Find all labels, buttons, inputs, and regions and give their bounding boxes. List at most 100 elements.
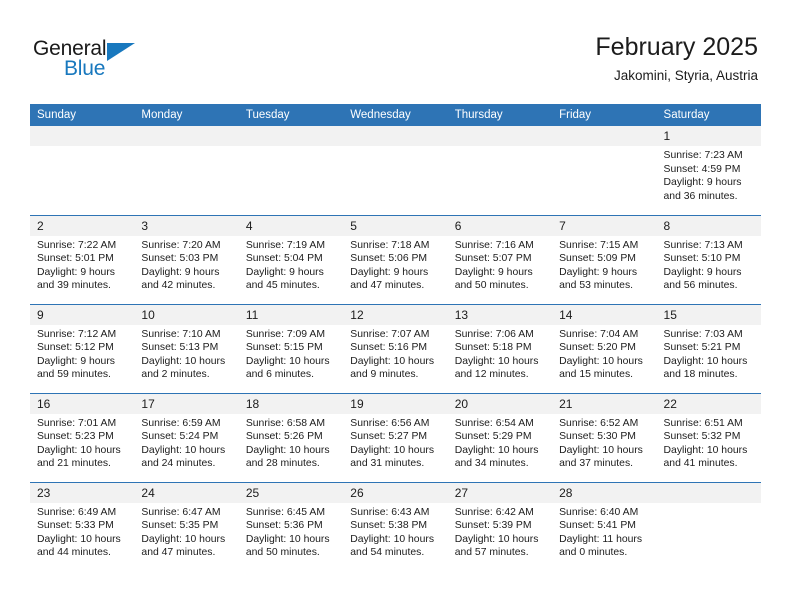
day-cell-inner: 9 Sunrise: 7:12 AM Sunset: 5:12 PM Daylight…: [30, 304, 135, 393]
calendar-day-cell[interactable]: 10 Sunrise: 7:10 AM Sunset: 5:13 PM Dayligh…: [134, 303, 239, 393]
calendar-week-row: 23 Sunrise: 6:49 AM Sunset: 5:33 PM Dayligh…: [30, 481, 761, 572]
day-cell-inner: 16 Sunrise: 7:01 AM Sunset: 5:23 PM Dayligh…: [30, 393, 135, 482]
daylight-text-line1: Daylight: 10 hours: [37, 444, 121, 456]
calendar-day-cell[interactable]: 8 Sunrise: 7:13 AM Sunset: 5:10 PM Daylight…: [656, 214, 761, 304]
day-cell-inner: 8 Sunrise: 7:13 AM Sunset: 5:10 PM Daylight…: [656, 215, 761, 304]
day-sun-info: Sunrise: 6:59 AM Sunset: 5:24 PM Daylight:…: [134, 414, 238, 471]
daylight-text-line2: and 6 minutes.: [245, 369, 315, 381]
daylight-text-line1: Daylight: 9 hours: [350, 266, 429, 278]
calendar-day-cell[interactable]: 17 Sunrise: 6:59 AM Sunset: 5:24 PM Dayligh…: [134, 392, 239, 482]
day-number: 22: [656, 393, 761, 414]
calendar-week-row: 16 Sunrise: 7:01 AM Sunset: 5:23 PM Dayligh…: [30, 392, 761, 482]
calendar-day-cell[interactable]: 23 Sunrise: 6:49 AM Sunset: 5:33 PM Dayligh…: [30, 481, 135, 571]
day-cell-inner: 2 Sunrise: 7:22 AM Sunset: 5:01 PM Daylight…: [30, 215, 135, 304]
day-cell-inner: 17 Sunrise: 6:59 AM Sunset: 5:24 PM Dayligh…: [134, 393, 239, 482]
sunset-text: Sunset: 5:07 PM: [454, 253, 532, 265]
daylight-text-line2: and 0 minutes.: [559, 547, 628, 559]
calendar-day-cell[interactable]: 9 Sunrise: 7:12 AM Sunset: 5:12 PM Daylight…: [30, 303, 135, 393]
calendar-day-cell[interactable]: 3 Sunrise: 7:20 AM Sunset: 5:03 PM Daylight…: [134, 214, 239, 304]
calendar-week-row: 9 Sunrise: 7:12 AM Sunset: 5:12 PM Daylight…: [30, 303, 761, 393]
calendar-day-cell[interactable]: 2 Sunrise: 7:22 AM Sunset: 5:01 PM Daylight…: [30, 214, 135, 304]
day-cell-inner: [134, 126, 239, 215]
sunrise-text: Sunrise: 7:10 AM: [141, 328, 221, 340]
daylight-text-line2: and 50 minutes.: [245, 547, 320, 559]
sunrise-text: Sunrise: 6:58 AM: [245, 417, 325, 429]
calendar-day-cell[interactable]: 6 Sunrise: 7:16 AM Sunset: 5:07 PM Daylight…: [447, 214, 553, 304]
calendar-day-cell[interactable]: 28 Sunrise: 6:40 AM Sunset: 5:41 PM Dayligh…: [552, 481, 657, 571]
day-cell-inner: [30, 126, 135, 215]
day-number: 2: [30, 215, 135, 236]
day-number: 15: [656, 304, 761, 325]
sunset-text: Sunset: 5:36 PM: [245, 520, 323, 532]
day-sun-info: Sunrise: 6:42 AM Sunset: 5:39 PM Daylight:…: [448, 503, 552, 560]
sunrise-text: Sunrise: 6:45 AM: [245, 506, 325, 518]
day-sun-info: Sunrise: 7:18 AM Sunset: 5:06 PM Daylight:…: [343, 236, 447, 293]
day-cell-inner: [238, 126, 344, 215]
daylight-text-line2: and 37 minutes.: [559, 458, 634, 470]
day-cell-inner: 6 Sunrise: 7:16 AM Sunset: 5:07 PM Daylight…: [447, 215, 553, 304]
calendar-week-row: 2 Sunrise: 7:22 AM Sunset: 5:01 PM Daylight…: [30, 214, 761, 304]
daylight-text-line2: and 59 minutes.: [37, 369, 111, 381]
day-number: [134, 126, 239, 146]
calendar-day-cell[interactable]: 1 Sunrise: 7:23 AM Sunset: 4:59 PM Daylight…: [656, 126, 761, 215]
day-cell-inner: 14 Sunrise: 7:04 AM Sunset: 5:20 PM Dayligh…: [552, 304, 657, 393]
calendar-day-cell[interactable]: 24 Sunrise: 6:47 AM Sunset: 5:35 PM Dayligh…: [134, 481, 239, 571]
sunrise-text: Sunrise: 7:18 AM: [350, 239, 430, 251]
sunrise-text: Sunrise: 7:12 AM: [37, 328, 117, 340]
sunset-text: Sunset: 5:10 PM: [663, 253, 741, 265]
general-blue-logo: General Blue: [33, 38, 141, 84]
sunset-text: Sunset: 5:35 PM: [141, 520, 219, 532]
day-sun-info: Sunrise: 7:06 AM Sunset: 5:18 PM Daylight:…: [448, 325, 552, 382]
day-number: 25: [238, 482, 344, 503]
calendar-day-cell[interactable]: 5 Sunrise: 7:18 AM Sunset: 5:06 PM Daylight…: [343, 214, 448, 304]
weekday-header-thursday: Thursday: [447, 104, 553, 126]
weekday-header-sunday: Sunday: [30, 104, 135, 126]
daylight-text-line1: Daylight: 10 hours: [141, 444, 226, 456]
daylight-text-line2: and 15 minutes.: [559, 369, 634, 381]
calendar-day-cell[interactable]: 15 Sunrise: 7:03 AM Sunset: 5:21 PM Dayligh…: [656, 303, 761, 393]
calendar-day-cell[interactable]: 19 Sunrise: 6:56 AM Sunset: 5:27 PM Dayligh…: [343, 392, 448, 482]
day-cell-inner: 15 Sunrise: 7:03 AM Sunset: 5:21 PM Dayligh…: [656, 304, 761, 393]
day-sun-info: Sunrise: 7:22 AM Sunset: 5:01 PM Daylight:…: [30, 236, 134, 293]
calendar-day-cell[interactable]: 22 Sunrise: 6:51 AM Sunset: 5:32 PM Dayligh…: [656, 392, 761, 482]
day-sun-info: Sunrise: 6:58 AM Sunset: 5:26 PM Daylight:…: [239, 414, 343, 471]
day-number: [447, 126, 553, 146]
daylight-text-line1: Daylight: 10 hours: [245, 355, 330, 367]
calendar-day-cell[interactable]: 27 Sunrise: 6:42 AM Sunset: 5:39 PM Dayligh…: [447, 481, 553, 571]
day-number: 14: [552, 304, 657, 325]
daylight-text-line1: Daylight: 10 hours: [559, 355, 643, 367]
calendar-day-cell[interactable]: 18 Sunrise: 6:58 AM Sunset: 5:26 PM Dayligh…: [238, 392, 344, 482]
calendar-grid: Sunday Monday Tuesday Wednesday Thursday…: [30, 104, 761, 571]
daylight-text-line1: Daylight: 9 hours: [454, 266, 533, 278]
calendar-day-cell[interactable]: 25 Sunrise: 6:45 AM Sunset: 5:36 PM Dayligh…: [238, 481, 344, 571]
day-sun-info: Sunrise: 6:45 AM Sunset: 5:36 PM Daylight:…: [239, 503, 343, 560]
calendar-day-cell[interactable]: 13 Sunrise: 7:06 AM Sunset: 5:18 PM Dayligh…: [447, 303, 553, 393]
day-sun-info: Sunrise: 7:07 AM Sunset: 5:16 PM Daylight:…: [343, 325, 447, 382]
calendar-day-cell[interactable]: 20 Sunrise: 6:54 AM Sunset: 5:29 PM Dayligh…: [447, 392, 553, 482]
day-cell-inner: [656, 482, 761, 572]
daylight-text-line1: Daylight: 10 hours: [350, 533, 435, 545]
daylight-text-line2: and 36 minutes.: [663, 190, 738, 202]
daylight-text-line1: Daylight: 10 hours: [245, 444, 330, 456]
daylight-text-line1: Daylight: 10 hours: [663, 444, 748, 456]
calendar-day-cell[interactable]: 26 Sunrise: 6:43 AM Sunset: 5:38 PM Dayligh…: [343, 481, 448, 571]
day-sun-info: Sunrise: 7:15 AM Sunset: 5:09 PM Daylight:…: [552, 236, 656, 293]
sunrise-text: Sunrise: 6:54 AM: [454, 417, 534, 429]
day-sun-info: Sunrise: 7:04 AM Sunset: 5:20 PM Daylight:…: [552, 325, 656, 382]
day-number: 8: [656, 215, 761, 236]
daylight-text-line2: and 24 minutes.: [141, 458, 216, 470]
weekday-header-saturday: Saturday: [656, 104, 761, 126]
calendar-day-cell[interactable]: 4 Sunrise: 7:19 AM Sunset: 5:04 PM Daylight…: [238, 214, 344, 304]
sunset-text: Sunset: 5:26 PM: [245, 431, 323, 443]
calendar-day-cell[interactable]: 11 Sunrise: 7:09 AM Sunset: 5:15 PM Dayligh…: [238, 303, 344, 393]
sunset-text: Sunset: 5:33 PM: [37, 520, 114, 532]
daylight-text-line2: and 9 minutes.: [350, 369, 419, 381]
calendar-day-cell[interactable]: 21 Sunrise: 6:52 AM Sunset: 5:30 PM Dayligh…: [552, 392, 657, 482]
sunset-text: Sunset: 5:03 PM: [141, 253, 219, 265]
calendar-header-row: Sunday Monday Tuesday Wednesday Thursday…: [30, 104, 761, 126]
calendar-day-cell[interactable]: 14 Sunrise: 7:04 AM Sunset: 5:20 PM Dayligh…: [552, 303, 657, 393]
calendar-day-cell[interactable]: 16 Sunrise: 7:01 AM Sunset: 5:23 PM Dayligh…: [30, 392, 135, 482]
day-sun-info: Sunrise: 7:20 AM Sunset: 5:03 PM Daylight:…: [134, 236, 238, 293]
calendar-day-cell[interactable]: 7 Sunrise: 7:15 AM Sunset: 5:09 PM Daylight…: [552, 214, 657, 304]
calendar-day-cell[interactable]: 12 Sunrise: 7:07 AM Sunset: 5:16 PM Dayligh…: [343, 303, 448, 393]
